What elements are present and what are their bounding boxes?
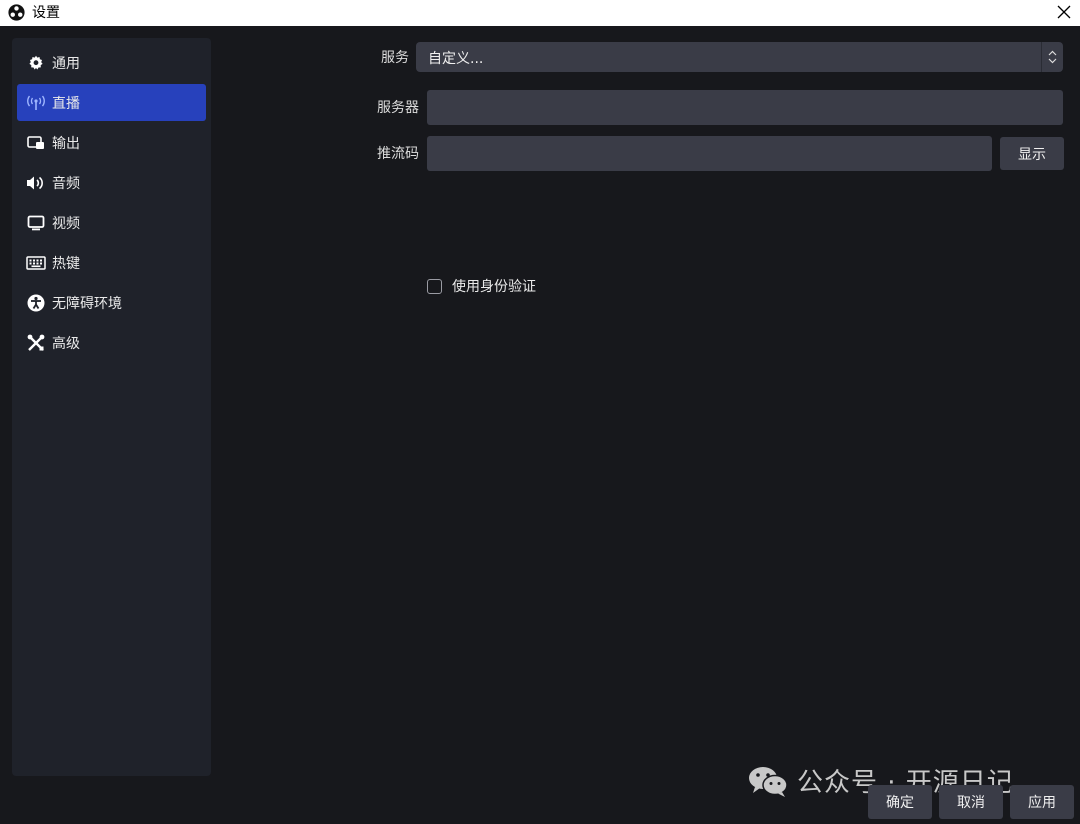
- server-input[interactable]: [427, 90, 1063, 125]
- title-bar: 设置: [0, 0, 1080, 26]
- service-label: 服务: [381, 50, 409, 66]
- gear-icon: [26, 53, 46, 73]
- sidebar-item-accessibility[interactable]: 无障碍环境: [17, 284, 206, 321]
- server-label: 服务器: [377, 100, 419, 116]
- sidebar-item-output[interactable]: 输出: [17, 124, 206, 161]
- sidebar-item-hotkeys[interactable]: 热键: [17, 244, 206, 281]
- sidebar-item-label: 直播: [52, 95, 80, 112]
- sidebar-item-video[interactable]: 视频: [17, 204, 206, 241]
- display-icon: [26, 213, 46, 233]
- close-button[interactable]: [1052, 0, 1076, 24]
- sidebar-item-label: 音频: [52, 175, 80, 192]
- sidebar-item-label: 热键: [52, 255, 80, 272]
- sidebar-item-audio[interactable]: 音频: [17, 164, 206, 201]
- sidebar-item-label: 输出: [52, 135, 80, 152]
- apply-button[interactable]: 应用: [1010, 785, 1074, 819]
- stream-key-label: 推流码: [377, 146, 419, 162]
- settings-sidebar: 通用 直播 输出 音频 视频 热键 无障碍环境 高级: [12, 38, 211, 776]
- speaker-icon: [26, 173, 46, 193]
- sidebar-item-stream[interactable]: 直播: [17, 84, 206, 121]
- use-auth-checkbox[interactable]: [427, 278, 442, 294]
- wechat-icon: [749, 766, 788, 797]
- service-select-value: 自定义...: [428, 51, 484, 67]
- output-monitor-icon: [26, 133, 46, 153]
- obs-logo-icon: [8, 4, 25, 21]
- broadcast-antenna-icon: [26, 93, 46, 113]
- sidebar-item-label: 高级: [52, 335, 80, 352]
- use-auth-label: 使用身份验证: [452, 279, 536, 295]
- updown-arrows-icon: [1041, 42, 1063, 72]
- keyboard-icon: [26, 253, 46, 273]
- cancel-button[interactable]: 取消: [939, 785, 1003, 819]
- sidebar-item-general[interactable]: 通用: [17, 44, 206, 81]
- sidebar-item-label: 无障碍环境: [52, 295, 122, 312]
- service-select[interactable]: 自定义...: [416, 42, 1063, 72]
- show-key-button[interactable]: 显示: [1000, 137, 1064, 170]
- sidebar-item-advanced[interactable]: 高级: [17, 324, 206, 361]
- sidebar-item-label: 视频: [52, 215, 80, 232]
- stream-key-input[interactable]: [427, 136, 992, 171]
- accessibility-icon: [26, 293, 46, 313]
- ok-button[interactable]: 确定: [868, 785, 932, 819]
- tools-icon: [26, 333, 46, 353]
- use-auth-option[interactable]: 使用身份验证: [427, 276, 536, 296]
- sidebar-item-label: 通用: [52, 55, 80, 72]
- close-icon: [1057, 5, 1071, 19]
- window-title: 设置: [32, 5, 60, 21]
